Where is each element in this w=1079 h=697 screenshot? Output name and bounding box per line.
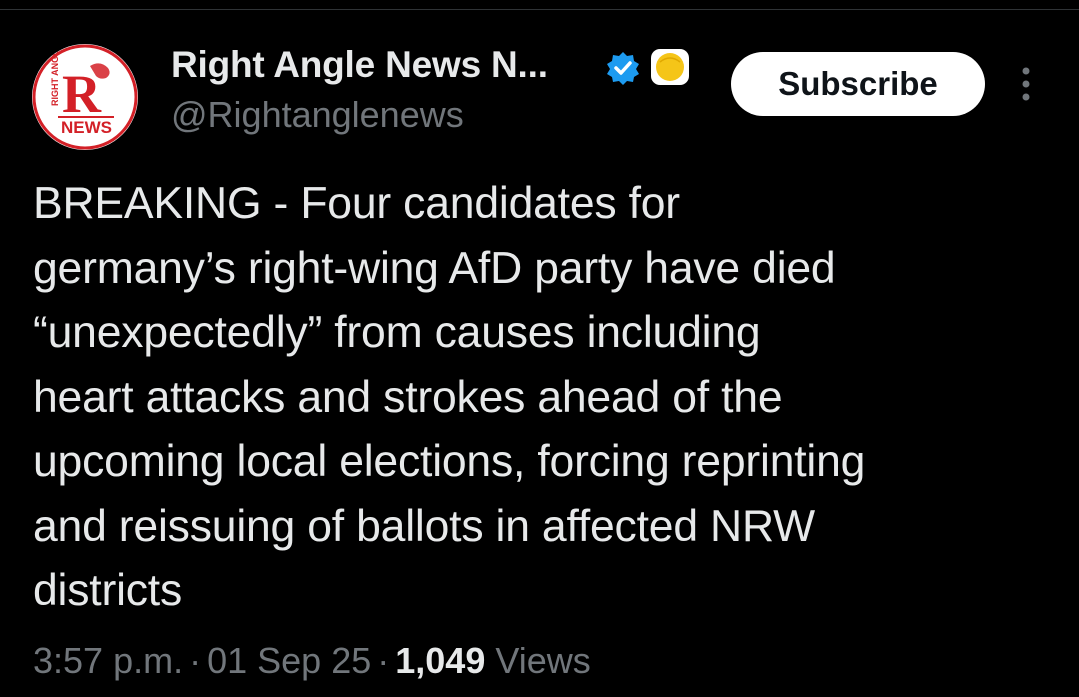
svg-text:NEWS: NEWS bbox=[61, 118, 112, 137]
meta-separator: · bbox=[377, 640, 390, 681]
top-divider bbox=[0, 0, 1079, 10]
handle[interactable]: @Rightanglenews bbox=[171, 94, 464, 136]
tweet-date[interactable]: 01 Sep 25 bbox=[207, 640, 371, 681]
affiliate-badge-icon[interactable] bbox=[650, 48, 690, 86]
views-count[interactable]: 1,049 bbox=[395, 640, 485, 681]
display-name[interactable]: Right Angle News N... bbox=[171, 44, 548, 86]
logo-image: RIGHT ANGLE R NEWS bbox=[32, 44, 138, 150]
views-label: Views bbox=[495, 640, 591, 681]
avatar[interactable]: RIGHT ANGLE R NEWS bbox=[32, 44, 138, 150]
svg-text:RIGHT ANGLE: RIGHT ANGLE bbox=[50, 44, 60, 106]
tweet-time[interactable]: 3:57 p.m. bbox=[33, 640, 183, 681]
subscribe-button[interactable]: Subscribe bbox=[731, 52, 985, 116]
tweet-text: BREAKING - Four candidates for germany’s… bbox=[33, 179, 866, 615]
tweet-meta: 3:57 p.m. · 01 Sep 25 · 1,049 Views bbox=[33, 640, 591, 682]
verified-badge-icon bbox=[607, 52, 639, 85]
meta-separator: · bbox=[189, 640, 202, 681]
more-vertical-icon[interactable] bbox=[1010, 64, 1042, 104]
